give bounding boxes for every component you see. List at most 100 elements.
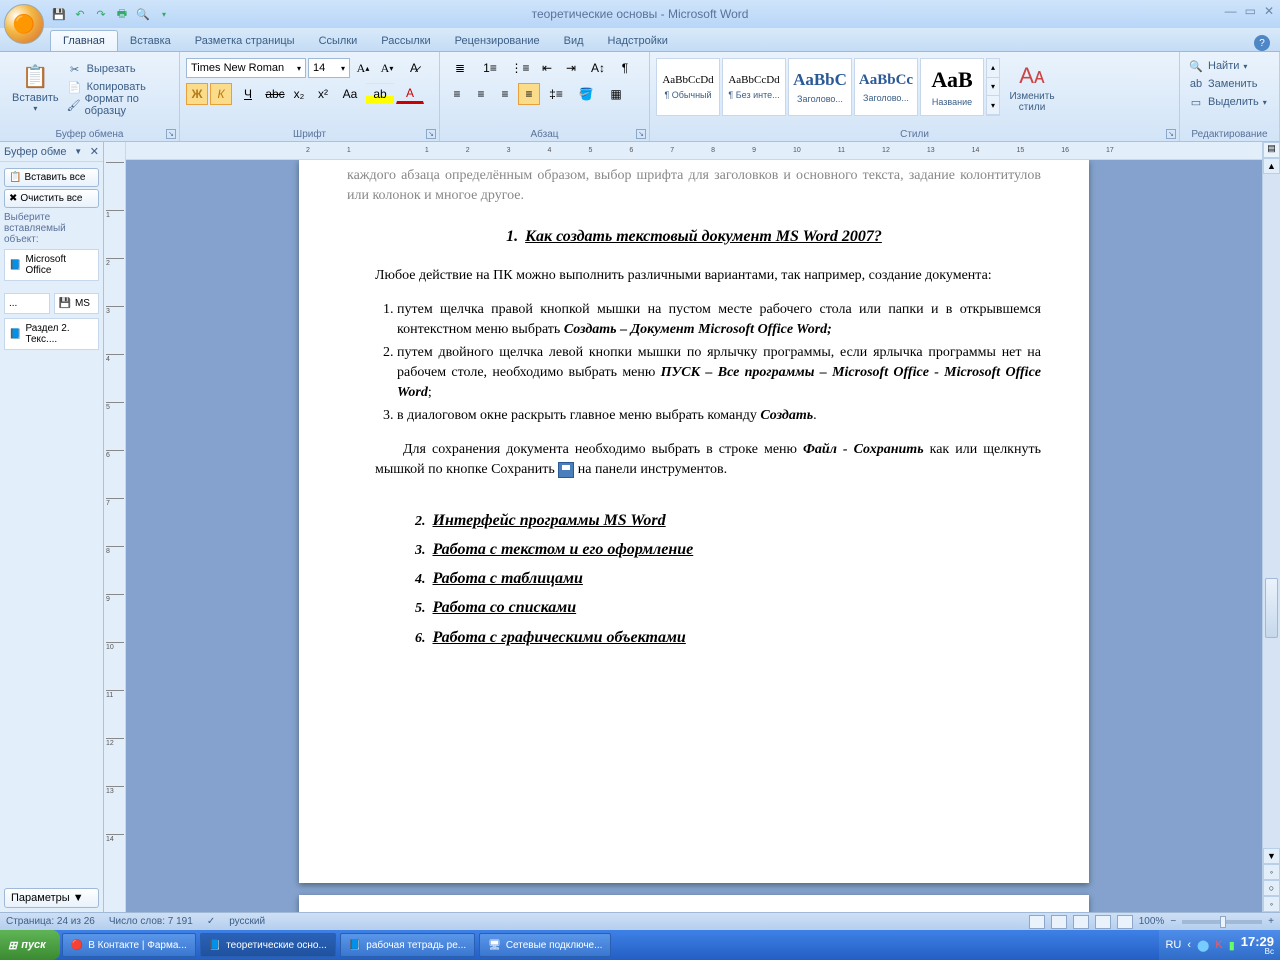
style-item[interactable]: AaBbCcDd¶ Без инте... <box>722 58 786 116</box>
taskbar-item[interactable]: 🔴В Контакте | Фарма... <box>62 933 196 957</box>
multilevel-button[interactable]: ⋮≡ <box>506 57 534 79</box>
change-case-button[interactable]: Aa <box>336 83 364 105</box>
clipboard-params-button[interactable]: Параметры ▼ <box>4 888 99 908</box>
outline-view-icon[interactable] <box>1095 915 1111 929</box>
font-size-select[interactable]: 14▾ <box>308 58 350 78</box>
paragraph-launcher-icon[interactable]: ↘ <box>636 129 646 139</box>
find-button[interactable]: 🔍Найти▾ <box>1186 57 1273 75</box>
print-layout-view-icon[interactable] <box>1029 915 1045 929</box>
line-spacing-button[interactable]: ‡≡ <box>542 83 570 105</box>
lang-indicator[interactable]: RU <box>1165 939 1181 951</box>
clipboard-item[interactable]: 📘Microsoft Office <box>4 249 99 281</box>
clear-format-icon[interactable]: A̷ <box>400 57 428 79</box>
tab-addins[interactable]: Надстройки <box>596 31 680 51</box>
close-pane-icon[interactable]: ✕ <box>90 145 99 158</box>
tab-review[interactable]: Рецензирование <box>443 31 552 51</box>
style-item[interactable]: AaBbCcDd¶ Обычный <box>656 58 720 116</box>
quick-print-icon[interactable]: 🖶 <box>113 5 131 23</box>
paste-button[interactable]: 📋Вставить▾ <box>6 54 65 120</box>
page-status[interactable]: Страница: 24 из 26 <box>6 916 95 927</box>
grow-font-icon[interactable]: A▴ <box>352 57 374 79</box>
cut-button[interactable]: ✂Вырезать <box>65 60 173 78</box>
superscript-button[interactable]: x² <box>312 83 334 105</box>
scroll-up-icon[interactable]: ▲ <box>1263 158 1280 174</box>
borders-button[interactable]: ▦ <box>602 83 630 105</box>
close-icon[interactable]: ✕ <box>1264 4 1274 18</box>
qat-more-icon[interactable]: ▾ <box>155 5 173 23</box>
maximize-icon[interactable]: ▭ <box>1245 4 1256 18</box>
font-name-select[interactable]: Times New Roman▾ <box>186 58 306 78</box>
zoom-label[interactable]: 100% <box>1139 916 1165 927</box>
tab-references[interactable]: Ссылки <box>307 31 370 51</box>
clipboard-item[interactable]: ... <box>4 293 50 314</box>
align-right-button[interactable]: ≡ <box>494 83 516 105</box>
tab-view[interactable]: Вид <box>552 31 596 51</box>
web-view-icon[interactable] <box>1073 915 1089 929</box>
underline-button[interactable]: Ч <box>234 83 262 105</box>
taskbar-item[interactable]: 📘рабочая тетрадь ре... <box>340 933 475 957</box>
browse-object-icon[interactable]: ○ <box>1263 880 1280 896</box>
bullets-button[interactable]: ≣ <box>446 57 474 79</box>
prev-page-icon[interactable]: ◦ <box>1263 864 1280 880</box>
highlight-button[interactable]: ab <box>366 83 394 105</box>
shrink-font-icon[interactable]: A▾ <box>376 57 398 79</box>
paste-all-button[interactable]: 📋Вставить все <box>4 168 99 187</box>
align-left-button[interactable]: ≡ <box>446 83 468 105</box>
styles-scroll[interactable]: ▴▾▾ <box>986 58 1000 116</box>
preview-icon[interactable]: 🔍 <box>134 5 152 23</box>
clock[interactable]: 17:29Вс <box>1241 935 1274 956</box>
tray-icon[interactable]: ⬤ <box>1197 939 1209 952</box>
word-count[interactable]: Число слов: 7 191 <box>109 916 193 927</box>
redo-icon[interactable]: ↷ <box>92 5 110 23</box>
clipboard-launcher-icon[interactable]: ↘ <box>166 129 176 139</box>
tab-home[interactable]: Главная <box>50 30 118 51</box>
reading-view-icon[interactable] <box>1051 915 1067 929</box>
show-marks-button[interactable]: ¶ <box>614 57 636 79</box>
numbering-button[interactable]: 1≡ <box>476 57 504 79</box>
styles-launcher-icon[interactable]: ↘ <box>1166 129 1176 139</box>
zoom-out-icon[interactable]: − <box>1170 916 1176 927</box>
taskbar-item[interactable]: 🖥Сетевые подключе... <box>479 933 611 957</box>
bold-button[interactable]: Ж <box>186 83 208 105</box>
tab-pagelayout[interactable]: Разметка страницы <box>183 31 307 51</box>
minimize-icon[interactable]: ― <box>1225 4 1237 18</box>
start-button[interactable]: ⊞ пуск <box>0 930 60 960</box>
style-item[interactable]: АаВНазвание <box>920 58 984 116</box>
clipboard-item[interactable]: 💾MS <box>54 293 100 314</box>
change-styles-button[interactable]: AᴀИзменить стили <box>1002 58 1062 116</box>
shading-button[interactable]: 🪣 <box>572 83 600 105</box>
tab-insert[interactable]: Вставка <box>118 31 183 51</box>
increase-indent-button[interactable]: ⇥ <box>560 57 582 79</box>
vertical-scrollbar[interactable]: ▤ ▲ ▼ ◦ ○ ◦ <box>1262 142 1280 912</box>
save-icon[interactable]: 💾 <box>50 5 68 23</box>
ruler-toggle-icon[interactable]: ▤ <box>1263 142 1280 158</box>
next-page-icon[interactable]: ◦ <box>1263 896 1280 912</box>
align-center-button[interactable]: ≡ <box>470 83 492 105</box>
tray-icon[interactable]: ▮ <box>1229 939 1235 952</box>
font-color-button[interactable]: A <box>396 85 424 104</box>
language-status[interactable]: русский <box>229 916 265 927</box>
style-item[interactable]: AaBbCcЗаголово... <box>854 58 918 116</box>
subscript-button[interactable]: x₂ <box>288 83 310 105</box>
style-item[interactable]: AaBbCЗаголово... <box>788 58 852 116</box>
zoom-slider[interactable] <box>1182 920 1262 924</box>
undo-icon[interactable]: ↶ <box>71 5 89 23</box>
zoom-in-icon[interactable]: + <box>1268 916 1274 927</box>
draft-view-icon[interactable] <box>1117 915 1133 929</box>
tray-icon[interactable]: K <box>1215 939 1222 951</box>
strike-button[interactable]: abc <box>264 83 286 105</box>
format-painter-button[interactable]: 🖌Формат по образцу <box>65 96 173 114</box>
office-button[interactable]: 🟠 <box>4 4 44 44</box>
decrease-indent-button[interactable]: ⇤ <box>536 57 558 79</box>
tab-mailings[interactable]: Рассылки <box>369 31 442 51</box>
document-area[interactable]: 211234567891011121314151617 каждого абза… <box>126 142 1262 912</box>
italic-button[interactable]: К <box>210 83 232 105</box>
spellcheck-icon[interactable]: ✓ <box>207 916 215 927</box>
scroll-down-icon[interactable]: ▼ <box>1263 848 1280 864</box>
help-icon[interactable]: ? <box>1254 35 1270 51</box>
font-launcher-icon[interactable]: ↘ <box>426 129 436 139</box>
select-button[interactable]: ▭Выделить▾ <box>1186 93 1273 111</box>
tray-icon[interactable]: ‹ <box>1187 939 1191 951</box>
taskbar-item[interactable]: 📘теоретические осно... <box>200 933 336 957</box>
replace-button[interactable]: abЗаменить <box>1186 75 1273 93</box>
